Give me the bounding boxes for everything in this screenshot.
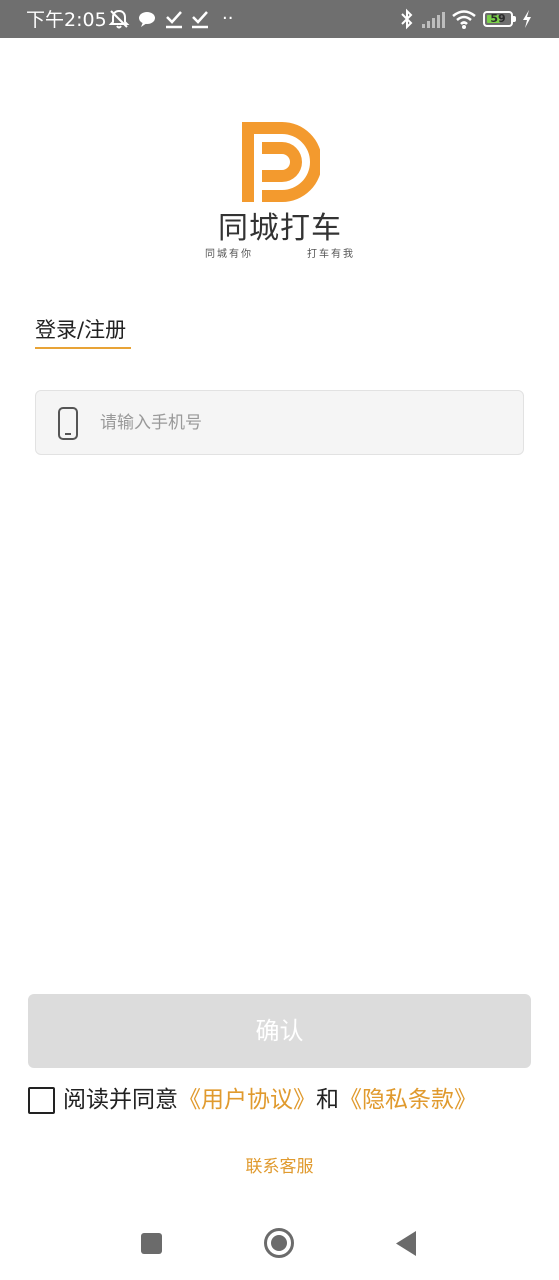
mobile-phone-icon	[58, 407, 78, 440]
bluetooth-icon	[401, 8, 413, 30]
check-download-icon	[192, 11, 208, 29]
tab-login-register[interactable]: 登录/注册	[35, 316, 126, 344]
status-dots: ··	[222, 8, 234, 29]
phone-input[interactable]	[100, 403, 500, 443]
agreement-text: 阅读并同意《用户协议》和《隐私条款》	[63, 1084, 477, 1116]
wifi-icon	[452, 10, 476, 29]
status-time: 下午2:05	[26, 9, 107, 31]
agreement-connector: 和	[316, 1087, 339, 1113]
user-agreement-link[interactable]: 《用户协议》	[178, 1087, 316, 1113]
agreement-prefix: 阅读并同意	[63, 1087, 178, 1113]
confirm-button[interactable]: 确认	[28, 994, 531, 1068]
tab-active-indicator	[35, 347, 131, 349]
agreement-checkbox[interactable]	[28, 1087, 55, 1114]
recent-apps-icon[interactable]	[141, 1233, 162, 1254]
status-bar: 下午2:05 ·· 59	[0, 0, 559, 38]
chat-bubble-icon	[139, 12, 155, 27]
brand-slogan: 同城有你 打车有我	[205, 248, 355, 262]
brand-name: 同城打车	[218, 211, 342, 246]
check-download-icon	[166, 11, 182, 29]
contact-support-link[interactable]: 联系客服	[200, 1154, 359, 1180]
charging-icon	[523, 10, 531, 28]
brand-slogan-left: 同城有你	[205, 249, 253, 260]
agreement-row: 阅读并同意《用户协议》和《隐私条款》	[28, 1084, 548, 1116]
home-icon[interactable]	[263, 1227, 295, 1259]
phone-field[interactable]	[35, 390, 524, 455]
privacy-terms-link[interactable]: 《隐私条款》	[339, 1087, 477, 1113]
battery-tip	[513, 16, 516, 22]
mute-bell-icon	[108, 9, 130, 29]
brand-logo-icon	[242, 122, 320, 202]
battery-level: 59	[490, 12, 506, 25]
back-icon[interactable]	[394, 1230, 418, 1257]
brand-slogan-right: 打车有我	[307, 249, 355, 260]
battery-icon: 59	[483, 11, 513, 27]
signal-icon	[422, 12, 445, 28]
